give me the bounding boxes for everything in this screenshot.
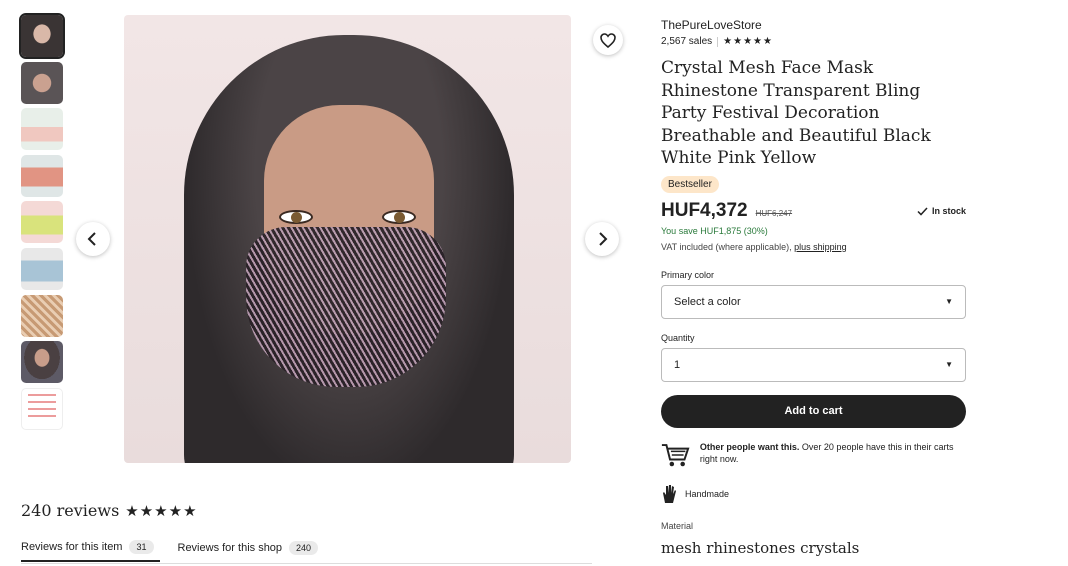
product-info-panel: ThePureLoveStore 2,567 sales ★★★★★ Cryst… — [661, 18, 966, 469]
thumbnail-6[interactable] — [21, 247, 63, 290]
tab-label: Reviews for this item — [21, 541, 123, 553]
reviews-count: 240 reviews — [21, 501, 120, 520]
shop-rating-stars: ★★★★★ — [723, 36, 773, 47]
stock-text: In stock — [931, 206, 966, 216]
product-title: Crystal Mesh Face Mask Rhinestone Transp… — [661, 58, 931, 168]
demand-bold: Other people want this. — [699, 441, 800, 452]
thumbnail-7[interactable] — [21, 294, 63, 337]
tab-reviews-item[interactable]: Reviews for this item 31 — [21, 534, 160, 562]
main-product-image — [124, 15, 571, 463]
chevron-right-icon — [599, 232, 608, 246]
reviews-tabs: Reviews for this item 31 Reviews for thi… — [21, 534, 592, 564]
chevron-left-icon — [87, 232, 96, 246]
caret-down-icon: ▼ — [945, 297, 953, 306]
thumbnail-9[interactable] — [21, 387, 63, 430]
thumbnail-8[interactable] — [21, 341, 63, 384]
image-eye-left — [279, 210, 313, 224]
material-label: Material — [661, 521, 694, 531]
color-select[interactable]: Select a color ▼ — [661, 284, 966, 319]
thumbnail-3[interactable] — [21, 108, 63, 151]
shop-stats: 2,567 sales ★★★★★ — [661, 36, 966, 47]
reviews-heading: 240 reviews ★★★★★ — [21, 501, 198, 520]
next-image-button[interactable] — [585, 222, 619, 256]
thumbnail-4[interactable] — [21, 154, 63, 197]
vat-info: VAT included (where applicable), plus sh… — [661, 242, 966, 252]
previous-image-button[interactable] — [76, 222, 110, 256]
add-to-cart-button[interactable]: Add to cart — [661, 394, 966, 428]
handmade-label: Handmade — [685, 489, 730, 499]
price-row: HUF4,372 HUF6,247 In stock — [661, 200, 966, 222]
bestseller-badge: Bestseller — [661, 175, 719, 193]
tab-count: 240 — [289, 541, 319, 555]
quantity-select-value: 1 — [674, 358, 681, 371]
reviews-stars: ★★★★★ — [125, 501, 198, 520]
shop-name-link[interactable]: ThePureLoveStore — [661, 18, 966, 32]
hand-icon — [663, 485, 676, 503]
thumbnail-2[interactable] — [21, 61, 63, 104]
color-select-value: Select a color — [674, 295, 741, 308]
color-label: Primary color — [661, 269, 715, 280]
tab-reviews-shop[interactable]: Reviews for this shop 240 — [178, 534, 325, 562]
original-price: HUF6,247 — [755, 208, 793, 218]
quantity-label: Quantity — [661, 332, 695, 343]
material-value: mesh rhinestones crystals — [661, 539, 860, 557]
demand-notice: Other people want this. Over 20 people h… — [661, 441, 966, 469]
shipping-link[interactable]: plus shipping — [794, 242, 847, 252]
image-eye-right — [382, 210, 416, 224]
thumbnail-1[interactable] — [19, 13, 65, 59]
demand-text: Other people want this. Over 20 people h… — [700, 441, 966, 469]
favorite-button[interactable] — [593, 25, 623, 55]
heart-icon — [600, 32, 616, 48]
caret-down-icon: ▼ — [945, 360, 953, 369]
vat-text: VAT included (where applicable), — [661, 241, 792, 252]
tab-label: Reviews for this shop — [177, 542, 283, 554]
sales-count: 2,567 sales — [661, 36, 713, 47]
image-mask — [246, 227, 446, 387]
tab-count: 31 — [129, 540, 154, 554]
savings-text: You save HUF1,875 (30%) — [661, 225, 768, 236]
shopping-cart-icon — [661, 443, 690, 466]
current-price: HUF4,372 — [661, 199, 748, 221]
thumbnail-list — [19, 13, 65, 434]
quantity-select[interactable]: 1 ▼ — [661, 347, 966, 382]
handmade-row: Handmade — [661, 484, 729, 504]
divider — [717, 36, 719, 47]
stock-status: In stock — [917, 206, 966, 216]
check-icon — [917, 206, 928, 216]
thumbnail-5[interactable] — [21, 201, 63, 244]
